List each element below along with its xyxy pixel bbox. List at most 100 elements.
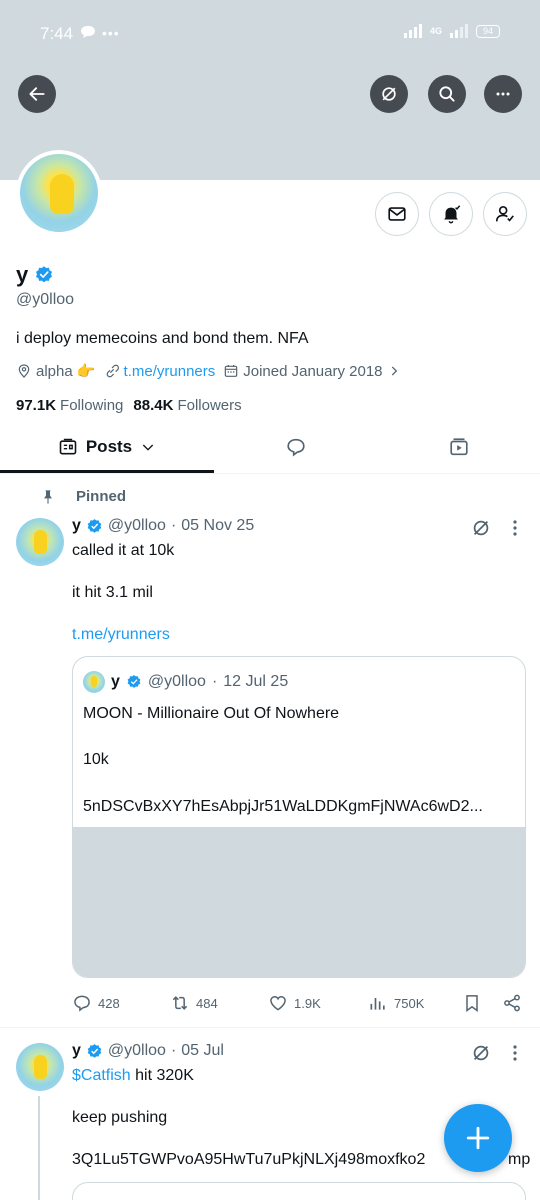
verified-badge-icon (87, 1043, 102, 1058)
plus-icon (466, 1126, 490, 1150)
share-button[interactable] (502, 993, 522, 1013)
pin-icon (44, 489, 52, 504)
post-more-button[interactable] (505, 1043, 525, 1063)
notification-icons: ••• (80, 25, 120, 41)
post-link[interactable]: t.me/yrunners (72, 626, 170, 644)
repost-button[interactable]: 484 (170, 993, 218, 1013)
followers-count: 88.4K (133, 397, 174, 414)
like-button[interactable]: 1.9K (268, 993, 321, 1013)
following-link[interactable]: 97.1K Following (16, 397, 123, 414)
reply-icon (74, 995, 90, 1012)
back-button[interactable] (18, 75, 56, 113)
battery-icon: 94 (476, 24, 500, 38)
compose-button[interactable] (444, 1104, 512, 1172)
quote-header: y @y0lloo · 12 Jul 25 (83, 671, 288, 693)
post-separator: · (170, 517, 177, 534)
post-header: y @y0lloo · 05 Jul (72, 1042, 224, 1060)
quote-text-line: MOON - Millionaire Out Of Nowhere (83, 705, 340, 722)
verified-badge-icon (87, 518, 102, 533)
post-avatar[interactable] (16, 1043, 64, 1091)
pinned-label: Pinned (76, 488, 127, 505)
post-text-line: it hit 3.1 mil (72, 584, 153, 601)
more-notifications-icon: ••• (102, 25, 120, 41)
signal-icon (403, 24, 422, 38)
reply-button[interactable]: 428 (72, 993, 120, 1013)
pinned-label-row: Pinned (40, 488, 126, 505)
person-check-icon (495, 206, 514, 222)
grok-icon[interactable] (470, 1042, 492, 1064)
quoted-post-partial[interactable] (72, 1182, 526, 1200)
profile-handle: @y0lloo (16, 291, 75, 308)
profile-bio: i deploy memecoins and bond them. NFA (16, 330, 309, 347)
status-bar: 7:44 ••• 4G 94 (0, 0, 540, 66)
quote-media[interactable] (73, 827, 525, 977)
post-author-handle: @y0lloo (107, 517, 166, 534)
followers-link[interactable]: 88.4K Followers (133, 397, 241, 414)
post-divider (0, 1027, 540, 1028)
grok-button[interactable] (370, 75, 408, 113)
post-separator: · (170, 1042, 177, 1059)
views-bar-icon (370, 998, 385, 1010)
more-vertical-icon (513, 520, 517, 536)
tab-replies[interactable] (214, 420, 378, 474)
post-text-line: 3Q1Lu5TGWPvoA95HwTu7uPkjNLXj498moxfko2 (72, 1151, 426, 1168)
joined-item[interactable]: Joined January 2018 (223, 363, 400, 380)
post-author-name[interactable]: y (72, 517, 81, 535)
quote-text-line: 5nDSCvBxXY7hEsAbpjJr51WaLDDKgmFjNWAc6wD2… (83, 798, 483, 815)
post-author-handle: @y0lloo (107, 1042, 166, 1059)
bookmark-button[interactable] (462, 993, 482, 1013)
profile-name: y (16, 262, 29, 287)
post-date[interactable]: 05 Nov 25 (181, 517, 254, 535)
tab-active-indicator (0, 470, 214, 473)
followers-label: Followers (177, 397, 242, 414)
mail-icon (388, 207, 406, 221)
profile-avatar[interactable] (16, 150, 102, 236)
arrow-left-icon (29, 87, 45, 101)
more-options-button[interactable] (484, 75, 522, 113)
tab-posts[interactable]: Posts (0, 420, 214, 474)
link-item[interactable]: t.me/yrunners (104, 363, 216, 380)
message-button[interactable] (375, 192, 419, 236)
post-author-name[interactable]: y (72, 1042, 81, 1060)
battery-level: 94 (482, 26, 493, 36)
heart-icon (270, 995, 286, 1011)
views-button[interactable]: 750K (368, 993, 424, 1013)
tab-posts-label: Posts (85, 437, 133, 456)
profile-tabs: Posts (0, 420, 540, 474)
post-actions: 428 484 1.9K 750K (72, 990, 530, 1016)
following-count: 97.1K (16, 397, 57, 414)
status-time: 7:44 (40, 24, 74, 43)
post-text-line: called it at 10k (72, 542, 175, 559)
post-text-rest: hit 320K (130, 1067, 194, 1084)
reply-icon (287, 438, 305, 457)
like-count: 1.9K (294, 995, 321, 1011)
post-avatar[interactable] (16, 518, 64, 566)
post-text-line: keep pushing (72, 1109, 168, 1126)
calendar-icon (224, 365, 238, 377)
search-button[interactable] (428, 75, 466, 113)
quote-author-name: y (111, 673, 120, 690)
profile-meta: alpha 👉 t.me/yrunners Joined January 201… (16, 362, 401, 380)
post-text-line: $Catfish hit 320K (72, 1067, 194, 1085)
quote-date: 12 Jul 25 (223, 673, 289, 690)
thread-line (38, 1096, 40, 1200)
verified-badge-icon (127, 675, 141, 688)
following-button[interactable] (483, 192, 527, 236)
posts-icon (59, 438, 77, 455)
repost-count: 484 (196, 995, 218, 1011)
system-icons: 4G 94 (403, 24, 500, 38)
post-more-button[interactable] (505, 518, 525, 538)
signal-icon-2 (450, 24, 468, 38)
post-date[interactable]: 05 Jul (181, 1042, 224, 1060)
tab-media[interactable] (378, 420, 540, 474)
link-icon (106, 364, 119, 378)
quoted-post[interactable]: y @y0lloo · 12 Jul 25 MOON - Millionaire… (72, 656, 526, 978)
search-icon (439, 86, 455, 102)
cashtag-link[interactable]: $Catfish (72, 1067, 131, 1084)
location-pin-icon (18, 364, 30, 378)
grok-icon[interactable] (470, 517, 492, 539)
network-type: 4G (429, 26, 442, 36)
share-icon (504, 994, 520, 1012)
notifications-button[interactable] (429, 192, 473, 236)
profile-link[interactable]: t.me/yrunners (124, 363, 216, 380)
